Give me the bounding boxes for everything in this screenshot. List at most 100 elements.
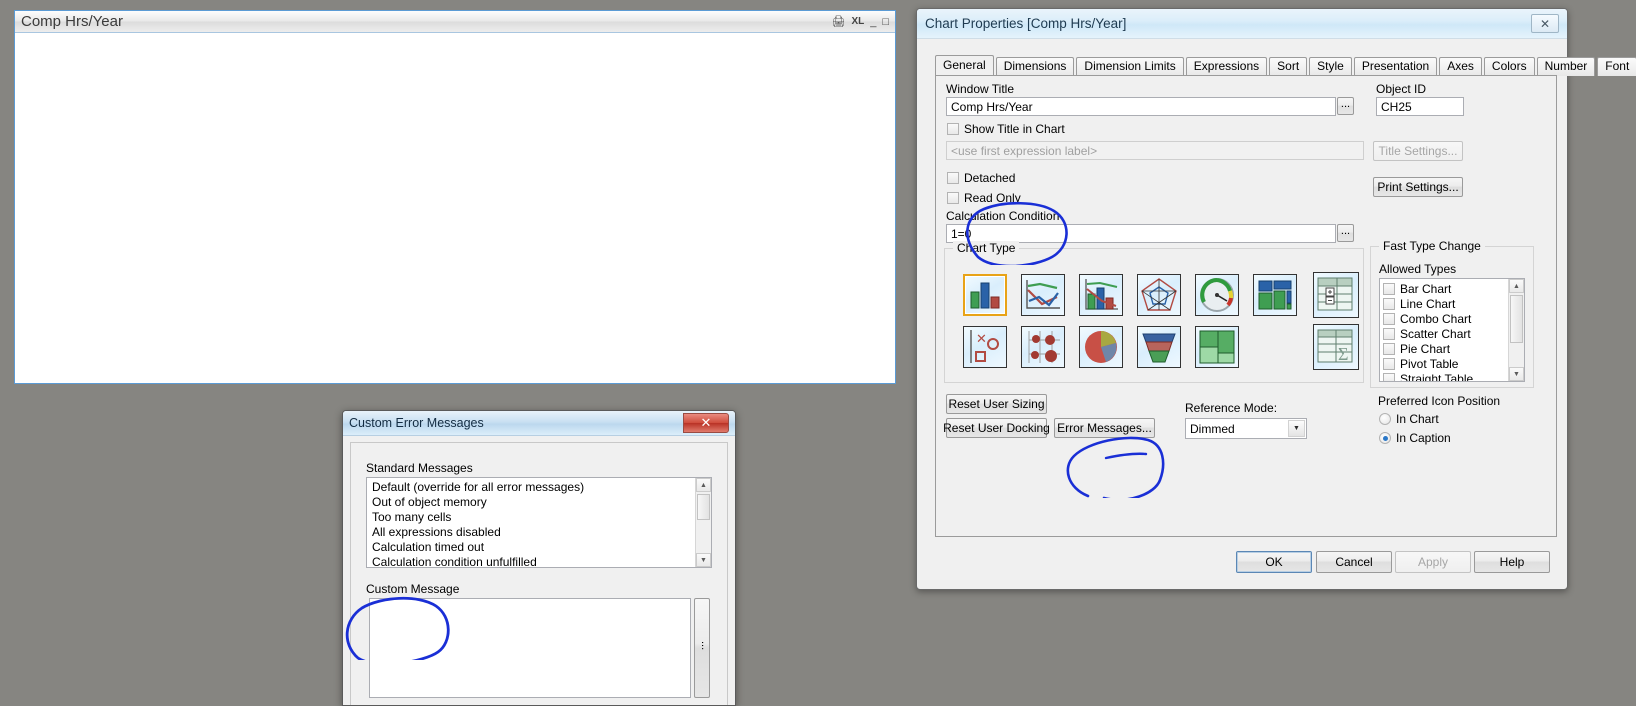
title-expression-input[interactable]: <use first expression label> bbox=[946, 141, 1364, 160]
error-messages-button[interactable]: Error Messages... bbox=[1054, 418, 1155, 438]
detached-checkbox[interactable] bbox=[947, 172, 959, 184]
custom-error-messages-titlebar[interactable]: Custom Error Messages ✕ bbox=[343, 411, 735, 436]
standard-messages-scrollbar[interactable]: ▲ ▼ bbox=[695, 478, 711, 567]
reset-user-sizing-button[interactable]: Reset User Sizing bbox=[946, 394, 1047, 414]
scrollbar-thumb[interactable] bbox=[1510, 295, 1523, 343]
custom-error-messages-dialog[interactable]: Custom Error Messages ✕ Standard Message… bbox=[342, 410, 736, 706]
block-chart-icon[interactable] bbox=[1253, 274, 1297, 316]
reference-mode-label: Reference Mode: bbox=[1185, 401, 1278, 415]
apply-button[interactable]: Apply bbox=[1395, 551, 1471, 573]
print-icon[interactable]: 🖨 bbox=[831, 15, 845, 28]
tab-axes[interactable]: Axes bbox=[1439, 57, 1482, 76]
allowed-types-scrollbar[interactable]: ▲ ▼ bbox=[1508, 279, 1524, 381]
tab-colors[interactable]: Colors bbox=[1483, 57, 1535, 76]
close-icon[interactable]: ✕ bbox=[1531, 14, 1559, 33]
read-only-checkbox[interactable] bbox=[947, 192, 959, 204]
scroll-up-icon[interactable]: ▲ bbox=[1509, 279, 1524, 293]
funnel-chart-icon[interactable] bbox=[1137, 326, 1181, 368]
close-icon[interactable]: ✕ bbox=[683, 413, 729, 433]
preferred-icon-position-in-chart-row[interactable]: In Chart bbox=[1379, 412, 1439, 426]
tab-sort[interactable]: Sort bbox=[1269, 57, 1308, 76]
pivot-table-icon[interactable] bbox=[1313, 272, 1359, 318]
chevron-down-icon[interactable]: ▼ bbox=[1288, 420, 1305, 437]
allowed-type-pie-chart-checkbox[interactable] bbox=[1383, 342, 1395, 355]
allowed-type-scatter-chart[interactable]: Scatter Chart bbox=[1383, 326, 1524, 341]
grid-chart-icon[interactable] bbox=[1021, 326, 1065, 368]
scatter-chart-icon[interactable]: ✕ bbox=[963, 326, 1007, 368]
allowed-type-straight-table[interactable]: Straight Table bbox=[1383, 371, 1524, 381]
allowed-types-list[interactable]: Bar Chart Line Chart Combo Chart Scatter… bbox=[1379, 278, 1525, 382]
tab-general[interactable]: General bbox=[935, 55, 994, 76]
gauge-chart-icon[interactable] bbox=[1195, 274, 1239, 316]
print-settings-button[interactable]: Print Settings... bbox=[1373, 177, 1463, 197]
allowed-type-bar-chart[interactable]: Bar Chart bbox=[1383, 281, 1524, 296]
reset-user-docking-button[interactable]: Reset User Docking bbox=[943, 418, 1050, 438]
bar-chart-icon[interactable] bbox=[963, 274, 1007, 316]
line-chart-icon[interactable] bbox=[1021, 274, 1065, 316]
general-tab-panel: Window Title Comp Hrs/Year ... Object ID… bbox=[935, 75, 1557, 537]
tab-expressions[interactable]: Expressions bbox=[1185, 57, 1268, 76]
maximize-icon[interactable]: □ bbox=[882, 16, 889, 28]
mekko-chart-icon[interactable] bbox=[1195, 326, 1239, 368]
chart-properties-tabs[interactable]: General Dimensions Dimension Limits Expr… bbox=[935, 55, 1636, 76]
chart-window[interactable]: Comp Hrs/Year 🖨 XL _ □ bbox=[14, 10, 896, 384]
chart-properties-titlebar[interactable]: Chart Properties [Comp Hrs/Year] ✕ bbox=[917, 9, 1567, 39]
preferred-icon-position-in-caption-row[interactable]: In Caption bbox=[1379, 431, 1451, 445]
custom-message-input[interactable] bbox=[369, 598, 691, 698]
scrollbar-thumb[interactable] bbox=[697, 494, 710, 520]
cancel-button[interactable]: Cancel bbox=[1316, 551, 1392, 573]
allowed-type-combo-chart-checkbox[interactable] bbox=[1383, 312, 1395, 325]
tab-style[interactable]: Style bbox=[1309, 57, 1352, 76]
scroll-down-icon[interactable]: ▼ bbox=[696, 553, 711, 567]
read-only-checkbox-row[interactable]: Read Only bbox=[947, 191, 1021, 205]
scroll-up-icon[interactable]: ▲ bbox=[696, 478, 711, 492]
custom-error-messages-title: Custom Error Messages bbox=[349, 416, 484, 430]
reference-mode-select[interactable]: Dimmed ▼ bbox=[1185, 418, 1307, 439]
allowed-type-scatter-chart-checkbox[interactable] bbox=[1383, 327, 1395, 340]
show-title-in-chart-checkbox-row[interactable]: Show Title in Chart bbox=[947, 122, 1065, 136]
in-chart-radio[interactable] bbox=[1379, 413, 1391, 425]
tab-dimension-limits[interactable]: Dimension Limits bbox=[1076, 57, 1184, 76]
help-button[interactable]: Help bbox=[1474, 551, 1550, 573]
tab-number[interactable]: Number bbox=[1536, 57, 1596, 76]
reference-mode-value: Dimmed bbox=[1190, 421, 1235, 436]
list-item[interactable]: Out of object memory bbox=[370, 495, 711, 510]
ok-button[interactable]: OK bbox=[1236, 551, 1312, 573]
standard-messages-list[interactable]: Default (override for all error messages… bbox=[366, 477, 712, 568]
allowed-type-pivot-table-checkbox[interactable] bbox=[1383, 357, 1395, 370]
allowed-type-line-chart[interactable]: Line Chart bbox=[1383, 296, 1524, 311]
allowed-type-pie-chart[interactable]: Pie Chart bbox=[1383, 341, 1524, 356]
minimize-icon[interactable]: _ bbox=[870, 16, 876, 28]
combo-chart-icon[interactable] bbox=[1079, 274, 1123, 316]
object-id-input[interactable]: CH25 bbox=[1376, 97, 1464, 116]
custom-message-browse-button[interactable]: ... bbox=[694, 598, 711, 698]
radar-chart-icon[interactable] bbox=[1137, 274, 1181, 316]
tab-presentation[interactable]: Presentation bbox=[1353, 57, 1438, 76]
allowed-type-line-chart-checkbox[interactable] bbox=[1383, 297, 1395, 310]
chart-properties-dialog[interactable]: Chart Properties [Comp Hrs/Year] ✕ Gener… bbox=[916, 8, 1636, 590]
allowed-type-bar-chart-checkbox[interactable] bbox=[1383, 282, 1395, 295]
tab-font[interactable]: Font bbox=[1597, 57, 1636, 76]
excel-export-icon[interactable]: XL bbox=[851, 16, 864, 27]
allowed-type-straight-table-checkbox[interactable] bbox=[1383, 372, 1395, 381]
allowed-type-combo-chart[interactable]: Combo Chart bbox=[1383, 311, 1524, 326]
allowed-type-pivot-table[interactable]: Pivot Table bbox=[1383, 356, 1524, 371]
chart-window-caption-icons[interactable]: 🖨 XL _ □ bbox=[831, 15, 889, 29]
straight-table-icon[interactable]: Σ bbox=[1313, 324, 1359, 370]
detached-checkbox-row[interactable]: Detached bbox=[947, 171, 1015, 185]
calculation-condition-browse-button[interactable]: ... bbox=[1337, 224, 1354, 242]
list-item[interactable]: Calculation timed out bbox=[370, 540, 711, 555]
in-caption-radio[interactable] bbox=[1379, 432, 1391, 444]
list-item[interactable]: Too many cells bbox=[370, 510, 711, 525]
list-item[interactable]: Default (override for all error messages… bbox=[370, 480, 711, 495]
pie-chart-icon[interactable] bbox=[1079, 326, 1123, 368]
show-title-in-chart-checkbox[interactable] bbox=[947, 123, 959, 135]
tab-dimensions[interactable]: Dimensions bbox=[995, 57, 1075, 76]
window-title-input[interactable]: Comp Hrs/Year bbox=[946, 97, 1336, 116]
list-item[interactable]: Calculation condition unfulfilled bbox=[370, 555, 711, 567]
chart-window-caption[interactable]: Comp Hrs/Year 🖨 XL _ □ bbox=[15, 11, 895, 33]
title-settings-button[interactable]: Title Settings... bbox=[1373, 141, 1463, 161]
window-title-browse-button[interactable]: ... bbox=[1337, 97, 1354, 115]
scroll-down-icon[interactable]: ▼ bbox=[1509, 367, 1524, 381]
list-item[interactable]: All expressions disabled bbox=[370, 525, 711, 540]
